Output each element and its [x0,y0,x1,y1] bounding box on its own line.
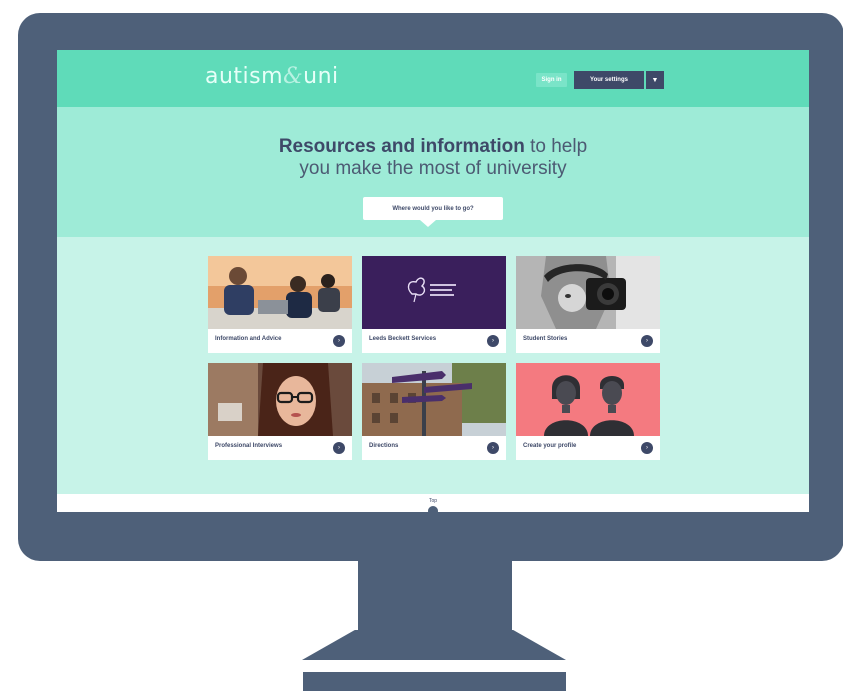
where-prompt-pointer [420,220,436,227]
logo-text-uni: uni [303,64,339,89]
card-professional-interviews[interactable]: Professional Interviews › [208,363,352,460]
arrow-right-icon[interactable]: › [333,442,345,454]
sign-in-button[interactable]: Sign in [536,73,567,87]
card-leeds-beckett-services[interactable]: Leeds Beckett Services › [362,256,506,353]
monitor-foot [302,630,566,660]
card-label: Information and Advice [215,336,282,342]
arrow-right-icon[interactable]: › [487,335,499,347]
monitor-base [303,672,566,691]
arrow-right-icon[interactable]: › [333,335,345,347]
card-image-profile-avatars [516,363,660,436]
logo-ampersand: & [283,64,304,89]
card-label: Professional Interviews [215,443,283,449]
site-header: autism&uni Sign in Your settings ▼ [57,50,809,107]
card-create-your-profile[interactable]: Create your profile › [516,363,660,460]
arrow-right-icon[interactable]: › [641,335,653,347]
hero-title-rest: to help [524,136,588,157]
card-information-and-advice[interactable]: Information and Advice › [208,256,352,353]
back-to-top-icon[interactable] [428,506,438,512]
card-label: Directions [369,443,399,449]
your-settings-button[interactable]: Your settings [574,71,644,89]
monitor-neck [358,561,512,636]
where-to-go-prompt[interactable]: Where would you like to go? [363,197,503,220]
logo-text-autism: autism [205,64,284,89]
arrow-right-icon[interactable]: › [641,442,653,454]
site-logo[interactable]: autism&uni [205,64,339,89]
monitor-screen: autism&uni Sign in Your settings ▼ Resou… [57,50,809,512]
card-image-photographer [516,256,660,329]
settings-dropdown-icon[interactable]: ▼ [646,71,664,89]
card-image-university-logo [362,256,506,329]
card-label: Student Stories [523,336,568,342]
card-directions[interactable]: Directions › [362,363,506,460]
hero-title-bold: Resources and information [278,136,525,157]
hero-title-line2: you make the most of university [299,158,567,179]
hero-title: Resources and information to help you ma… [57,136,809,180]
arrow-right-icon[interactable]: › [487,442,499,454]
card-image-students [208,256,352,329]
back-to-top-label[interactable]: Top [57,498,809,504]
card-image-signpost [362,363,506,436]
card-image-interviewee [208,363,352,436]
card-label: Create your profile [523,443,577,449]
hero-section: Resources and information to help you ma… [57,107,809,237]
card-label: Leeds Beckett Services [369,336,437,342]
card-student-stories[interactable]: Student Stories › [516,256,660,353]
